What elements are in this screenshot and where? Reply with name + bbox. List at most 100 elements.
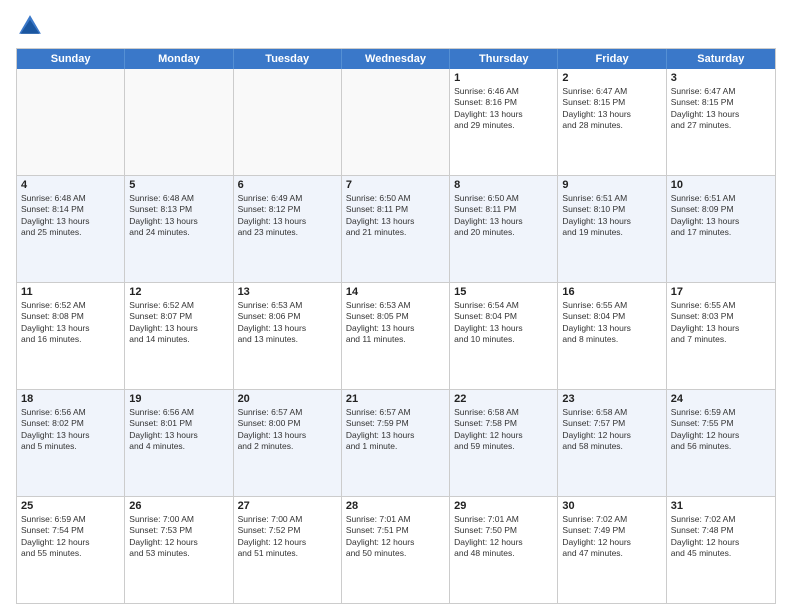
day-number: 1: [454, 72, 553, 84]
weekday-header-saturday: Saturday: [667, 49, 775, 69]
day-number: 19: [129, 393, 228, 405]
day-cell-26: 26Sunrise: 7:00 AM Sunset: 7:53 PM Dayli…: [125, 497, 233, 603]
day-info: Sunrise: 6:53 AM Sunset: 8:05 PM Dayligh…: [346, 300, 445, 346]
day-info: Sunrise: 7:01 AM Sunset: 7:50 PM Dayligh…: [454, 514, 553, 560]
day-number: 25: [21, 500, 120, 512]
weekday-header-sunday: Sunday: [17, 49, 125, 69]
day-number: 21: [346, 393, 445, 405]
day-info: Sunrise: 6:52 AM Sunset: 8:08 PM Dayligh…: [21, 300, 120, 346]
calendar-row-3: 18Sunrise: 6:56 AM Sunset: 8:02 PM Dayli…: [17, 390, 775, 497]
calendar-header: SundayMondayTuesdayWednesdayThursdayFrid…: [17, 49, 775, 69]
day-number: 7: [346, 179, 445, 191]
day-cell-31: 31 Sunrise: 7:02 AM Sunset: 7:48 PM Dayli…: [667, 497, 775, 603]
day-info: Sunrise: 6:56 AM Sunset: 8:02 PM Dayligh…: [21, 407, 120, 453]
day-number: 30: [562, 500, 661, 512]
day-number: 31: [671, 500, 771, 512]
day-cell-5: 5 Sunrise: 6:48 AM Sunset: 8:13 PM Daylig…: [125, 176, 233, 282]
day-number: 11: [21, 286, 120, 298]
day-cell-14: 14 Sunrise: 6:53 AM Sunset: 8:05 PM Dayli…: [342, 283, 450, 389]
day-info: Sunrise: 6:59 AM Sunset: 7:55 PM Dayligh…: [671, 407, 771, 453]
day-number: 23: [562, 393, 661, 405]
day-number: 27: [238, 500, 337, 512]
day-cell-13: 13 Sunrise: 6:53 AM Sunset: 8:06 PM Dayli…: [234, 283, 342, 389]
day-number: 2: [562, 72, 661, 84]
day-cell-2: 2 Sunrise: 6:47 AM Sunset: 8:15 PM Daylig…: [558, 69, 666, 175]
day-number: 12: [129, 286, 228, 298]
day-cell-28: 28 Sunrise: 7:01 AM Sunset: 7:51 PM Dayli…: [342, 497, 450, 603]
day-cell-12: 12 Sunrise: 6:52 AM Sunset: 8:07 PM Dayli…: [125, 283, 233, 389]
day-number: 10: [671, 179, 771, 191]
day-number: 28: [346, 500, 445, 512]
day-cell-8: 8Sunrise: 6:50 AM Sunset: 8:11 PM Daylig…: [450, 176, 558, 282]
day-info: Sunrise: 7:01 AM Sunset: 7:51 PM Dayligh…: [346, 514, 445, 560]
calendar-row-2: 11 Sunrise: 6:52 AM Sunset: 8:08 PM Dayli…: [17, 283, 775, 390]
day-cell-1: 1 Sunrise: 6:46 AM Sunset: 8:16 PM Daylig…: [450, 69, 558, 175]
day-info: Sunrise: 6:53 AM Sunset: 8:06 PM Dayligh…: [238, 300, 337, 346]
day-cell-21: 21 Sunrise: 6:57 AM Sunset: 7:59 PM Dayli…: [342, 390, 450, 496]
day-number: 3: [671, 72, 771, 84]
day-cell-19: 19 Sunrise: 6:56 AM Sunset: 8:01 PM Dayli…: [125, 390, 233, 496]
day-info: Sunrise: 6:47 AM Sunset: 8:15 PM Dayligh…: [671, 86, 771, 132]
day-number: 20: [238, 393, 337, 405]
day-info: Sunrise: 7:02 AM Sunset: 7:49 PM Dayligh…: [562, 514, 661, 560]
day-cell-16: 16 Sunrise: 6:55 AM Sunset: 8:04 PM Dayli…: [558, 283, 666, 389]
day-cell-6: 6Sunrise: 6:49 AM Sunset: 8:12 PM Daylig…: [234, 176, 342, 282]
day-info: Sunrise: 6:47 AM Sunset: 8:15 PM Dayligh…: [562, 86, 661, 132]
day-info: Sunrise: 6:55 AM Sunset: 8:03 PM Dayligh…: [671, 300, 771, 346]
page: SundayMondayTuesdayWednesdayThursdayFrid…: [0, 0, 792, 612]
day-number: 14: [346, 286, 445, 298]
day-info: Sunrise: 7:02 AM Sunset: 7:48 PM Dayligh…: [671, 514, 771, 560]
day-cell-3: 3 Sunrise: 6:47 AM Sunset: 8:15 PM Daylig…: [667, 69, 775, 175]
day-info: Sunrise: 6:57 AM Sunset: 7:59 PM Dayligh…: [346, 407, 445, 453]
calendar-row-0: 1 Sunrise: 6:46 AM Sunset: 8:16 PM Daylig…: [17, 69, 775, 176]
day-cell-27: 27Sunrise: 7:00 AM Sunset: 7:52 PM Dayli…: [234, 497, 342, 603]
day-number: 5: [129, 179, 228, 191]
day-info: Sunrise: 6:55 AM Sunset: 8:04 PM Dayligh…: [562, 300, 661, 346]
day-number: 22: [454, 393, 553, 405]
weekday-header-monday: Monday: [125, 49, 233, 69]
day-info: Sunrise: 6:59 AM Sunset: 7:54 PM Dayligh…: [21, 514, 120, 560]
empty-cell: [17, 69, 125, 175]
day-info: Sunrise: 6:48 AM Sunset: 8:13 PM Dayligh…: [129, 193, 228, 239]
day-number: 16: [562, 286, 661, 298]
day-cell-20: 20Sunrise: 6:57 AM Sunset: 8:00 PM Dayli…: [234, 390, 342, 496]
day-number: 15: [454, 286, 553, 298]
day-cell-4: 4 Sunrise: 6:48 AM Sunset: 8:14 PM Daylig…: [17, 176, 125, 282]
day-cell-10: 10 Sunrise: 6:51 AM Sunset: 8:09 PM Dayli…: [667, 176, 775, 282]
day-cell-18: 18Sunrise: 6:56 AM Sunset: 8:02 PM Dayli…: [17, 390, 125, 496]
calendar-row-1: 4 Sunrise: 6:48 AM Sunset: 8:14 PM Daylig…: [17, 176, 775, 283]
day-cell-15: 15 Sunrise: 6:54 AM Sunset: 8:04 PM Dayli…: [450, 283, 558, 389]
day-number: 13: [238, 286, 337, 298]
weekday-header-wednesday: Wednesday: [342, 49, 450, 69]
header: [16, 12, 776, 40]
day-cell-11: 11 Sunrise: 6:52 AM Sunset: 8:08 PM Dayli…: [17, 283, 125, 389]
weekday-header-friday: Friday: [558, 49, 666, 69]
day-number: 29: [454, 500, 553, 512]
day-cell-22: 22 Sunrise: 6:58 AM Sunset: 7:58 PM Dayli…: [450, 390, 558, 496]
day-number: 26: [129, 500, 228, 512]
day-info: Sunrise: 6:56 AM Sunset: 8:01 PM Dayligh…: [129, 407, 228, 453]
day-info: Sunrise: 6:51 AM Sunset: 8:09 PM Dayligh…: [671, 193, 771, 239]
logo-icon: [16, 12, 44, 40]
calendar-body: 1 Sunrise: 6:46 AM Sunset: 8:16 PM Daylig…: [17, 69, 775, 603]
day-cell-29: 29 Sunrise: 7:01 AM Sunset: 7:50 PM Dayli…: [450, 497, 558, 603]
day-cell-7: 7Sunrise: 6:50 AM Sunset: 8:11 PM Daylig…: [342, 176, 450, 282]
day-cell-25: 25 Sunrise: 6:59 AM Sunset: 7:54 PM Dayli…: [17, 497, 125, 603]
day-cell-23: 23Sunrise: 6:58 AM Sunset: 7:57 PM Dayli…: [558, 390, 666, 496]
day-number: 4: [21, 179, 120, 191]
day-info: Sunrise: 6:58 AM Sunset: 7:58 PM Dayligh…: [454, 407, 553, 453]
weekday-header-thursday: Thursday: [450, 49, 558, 69]
day-cell-9: 9 Sunrise: 6:51 AM Sunset: 8:10 PM Daylig…: [558, 176, 666, 282]
day-number: 17: [671, 286, 771, 298]
day-number: 9: [562, 179, 661, 191]
day-number: 8: [454, 179, 553, 191]
day-cell-17: 17 Sunrise: 6:55 AM Sunset: 8:03 PM Dayli…: [667, 283, 775, 389]
day-info: Sunrise: 6:46 AM Sunset: 8:16 PM Dayligh…: [454, 86, 553, 132]
day-info: Sunrise: 6:54 AM Sunset: 8:04 PM Dayligh…: [454, 300, 553, 346]
logo: [16, 12, 48, 40]
day-info: Sunrise: 6:52 AM Sunset: 8:07 PM Dayligh…: [129, 300, 228, 346]
day-info: Sunrise: 6:51 AM Sunset: 8:10 PM Dayligh…: [562, 193, 661, 239]
empty-cell: [125, 69, 233, 175]
day-info: Sunrise: 6:48 AM Sunset: 8:14 PM Dayligh…: [21, 193, 120, 239]
calendar-row-4: 25 Sunrise: 6:59 AM Sunset: 7:54 PM Dayli…: [17, 497, 775, 603]
